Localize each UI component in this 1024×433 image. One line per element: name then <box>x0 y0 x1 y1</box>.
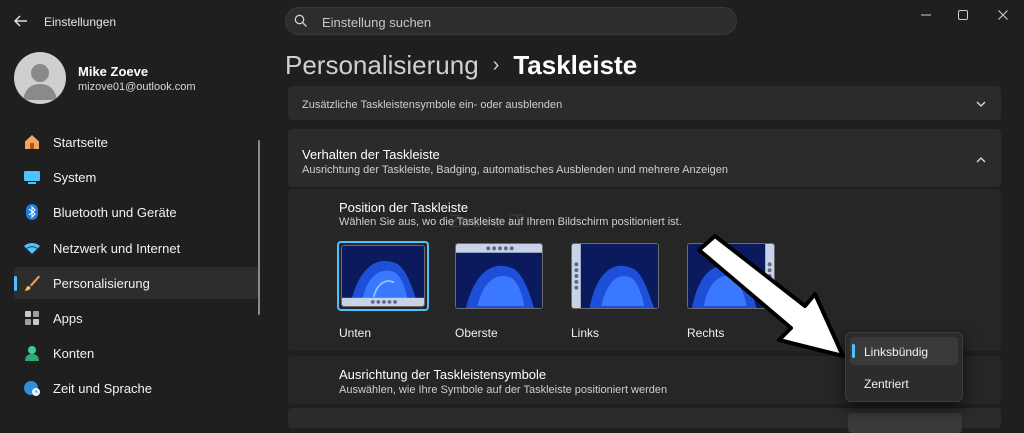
sidebar-item-zeit-sprache[interactable]: Zeit und Sprache <box>14 372 259 404</box>
sidebar-item-system[interactable]: System <box>14 161 259 193</box>
arrow-left-icon[interactable] <box>12 12 30 30</box>
position-option-bottom[interactable] <box>337 241 429 311</box>
apps-icon <box>23 309 41 327</box>
sidebar-scrollbar[interactable] <box>258 140 260 315</box>
brush-icon <box>23 274 41 292</box>
wifi-icon <box>23 239 41 257</box>
minimize-icon[interactable] <box>912 6 940 24</box>
dropdown-option-linksbuendig[interactable]: Linksbündig <box>850 337 958 365</box>
alignment-dropdown-menu: Linksbündig Zentriert <box>845 332 963 402</box>
taskbar-position-panel: Position der Taskleiste Wählen Sie aus, … <box>288 189 1001 351</box>
bluetooth-icon <box>23 203 41 221</box>
wallpaper-preview <box>455 243 543 309</box>
sidebar-item-personalisierung[interactable]: Personalisierung <box>14 266 259 299</box>
sidebar-item-label: Apps <box>53 310 83 326</box>
sidebar-item-netzwerk[interactable]: Netzwerk und Internet <box>14 232 259 264</box>
page-title: Taskleiste <box>513 50 638 80</box>
section-title: Verhalten der Taskleiste <box>302 147 440 162</box>
sidebar-item-konten[interactable]: Konten <box>14 337 259 369</box>
sidebar-item-label: Netzwerk und Internet <box>53 240 181 256</box>
wallpaper-preview <box>341 245 425 307</box>
home-icon <box>23 133 41 151</box>
breadcrumb-separator: › <box>492 54 500 76</box>
watermark: Zoeve IT <box>449 212 523 232</box>
avatar[interactable] <box>14 52 66 104</box>
dropdown-option-label: Zentriert <box>864 377 909 391</box>
sidebar-item-startseite[interactable]: Startseite <box>14 126 259 158</box>
search-input[interactable] <box>320 13 704 31</box>
search-icon <box>294 14 308 28</box>
monitor-icon <box>23 168 41 186</box>
alignment-title: Ausrichtung der Taskleistensymbole <box>339 367 547 382</box>
sidebar-item-label: Startseite <box>53 135 108 150</box>
sidebar-item-apps[interactable]: Apps <box>14 302 259 334</box>
position-label-left: Links <box>571 326 600 340</box>
position-option-top[interactable] <box>453 241 545 311</box>
section-subtitle: Zusätzliche Taskleistensymbole ein- oder… <box>302 99 563 111</box>
sidebar-item-label: System <box>53 170 97 186</box>
dropdown-option-label: Linksbündig <box>864 345 929 359</box>
user-name: Mike Zoeve <box>78 64 149 79</box>
user-email: mizove01@outlook.com <box>78 81 196 93</box>
maximize-icon[interactable] <box>949 6 977 24</box>
wallpaper-preview <box>571 243 659 309</box>
position-label-bottom: Unten <box>339 326 372 340</box>
section-subtitle: Ausrichtung der Taskleiste, Badging, aut… <box>302 164 729 176</box>
breadcrumb-parent[interactable]: Personalisierung <box>285 50 479 80</box>
breadcrumb: Personalisierung › Taskleiste <box>285 50 637 81</box>
position-label-top: Oberste <box>455 326 498 340</box>
sidebar-item-bluetooth[interactable]: Bluetooth und Geräte <box>14 196 259 228</box>
sidebar-item-label: Personalisierung <box>53 275 150 291</box>
next-setting-control[interactable] <box>848 413 962 433</box>
search-box[interactable] <box>285 7 737 35</box>
sidebar-item-label: Bluetooth und Geräte <box>53 205 177 221</box>
globe-clock-icon <box>23 379 41 397</box>
chevron-up-icon[interactable] <box>975 153 987 165</box>
person-icon <box>23 344 41 362</box>
close-icon[interactable] <box>989 6 1017 24</box>
section-tray-icons[interactable]: Zusätzliche Taskleistensymbole ein- oder… <box>288 86 1001 120</box>
sidebar-nav: Startseite System Bluetooth und Geräte N… <box>14 126 259 408</box>
position-option-left[interactable] <box>569 241 661 311</box>
dropdown-option-zentriert[interactable]: Zentriert <box>850 369 958 397</box>
sidebar-item-label: Konten <box>53 346 95 362</box>
annotation-arrow-icon <box>693 228 863 368</box>
section-taskbar-behavior[interactable]: Verhalten der Taskleiste Ausrichtung der… <box>288 129 1001 187</box>
chevron-down-icon[interactable] <box>975 97 987 109</box>
alignment-subtitle: Auswählen, wie Ihre Symbole auf der Task… <box>339 384 668 396</box>
title-bar: Einstellungen <box>0 0 1024 42</box>
app-title: Einstellungen <box>44 15 117 29</box>
sidebar-item-label: Zeit und Sprache <box>53 381 153 397</box>
